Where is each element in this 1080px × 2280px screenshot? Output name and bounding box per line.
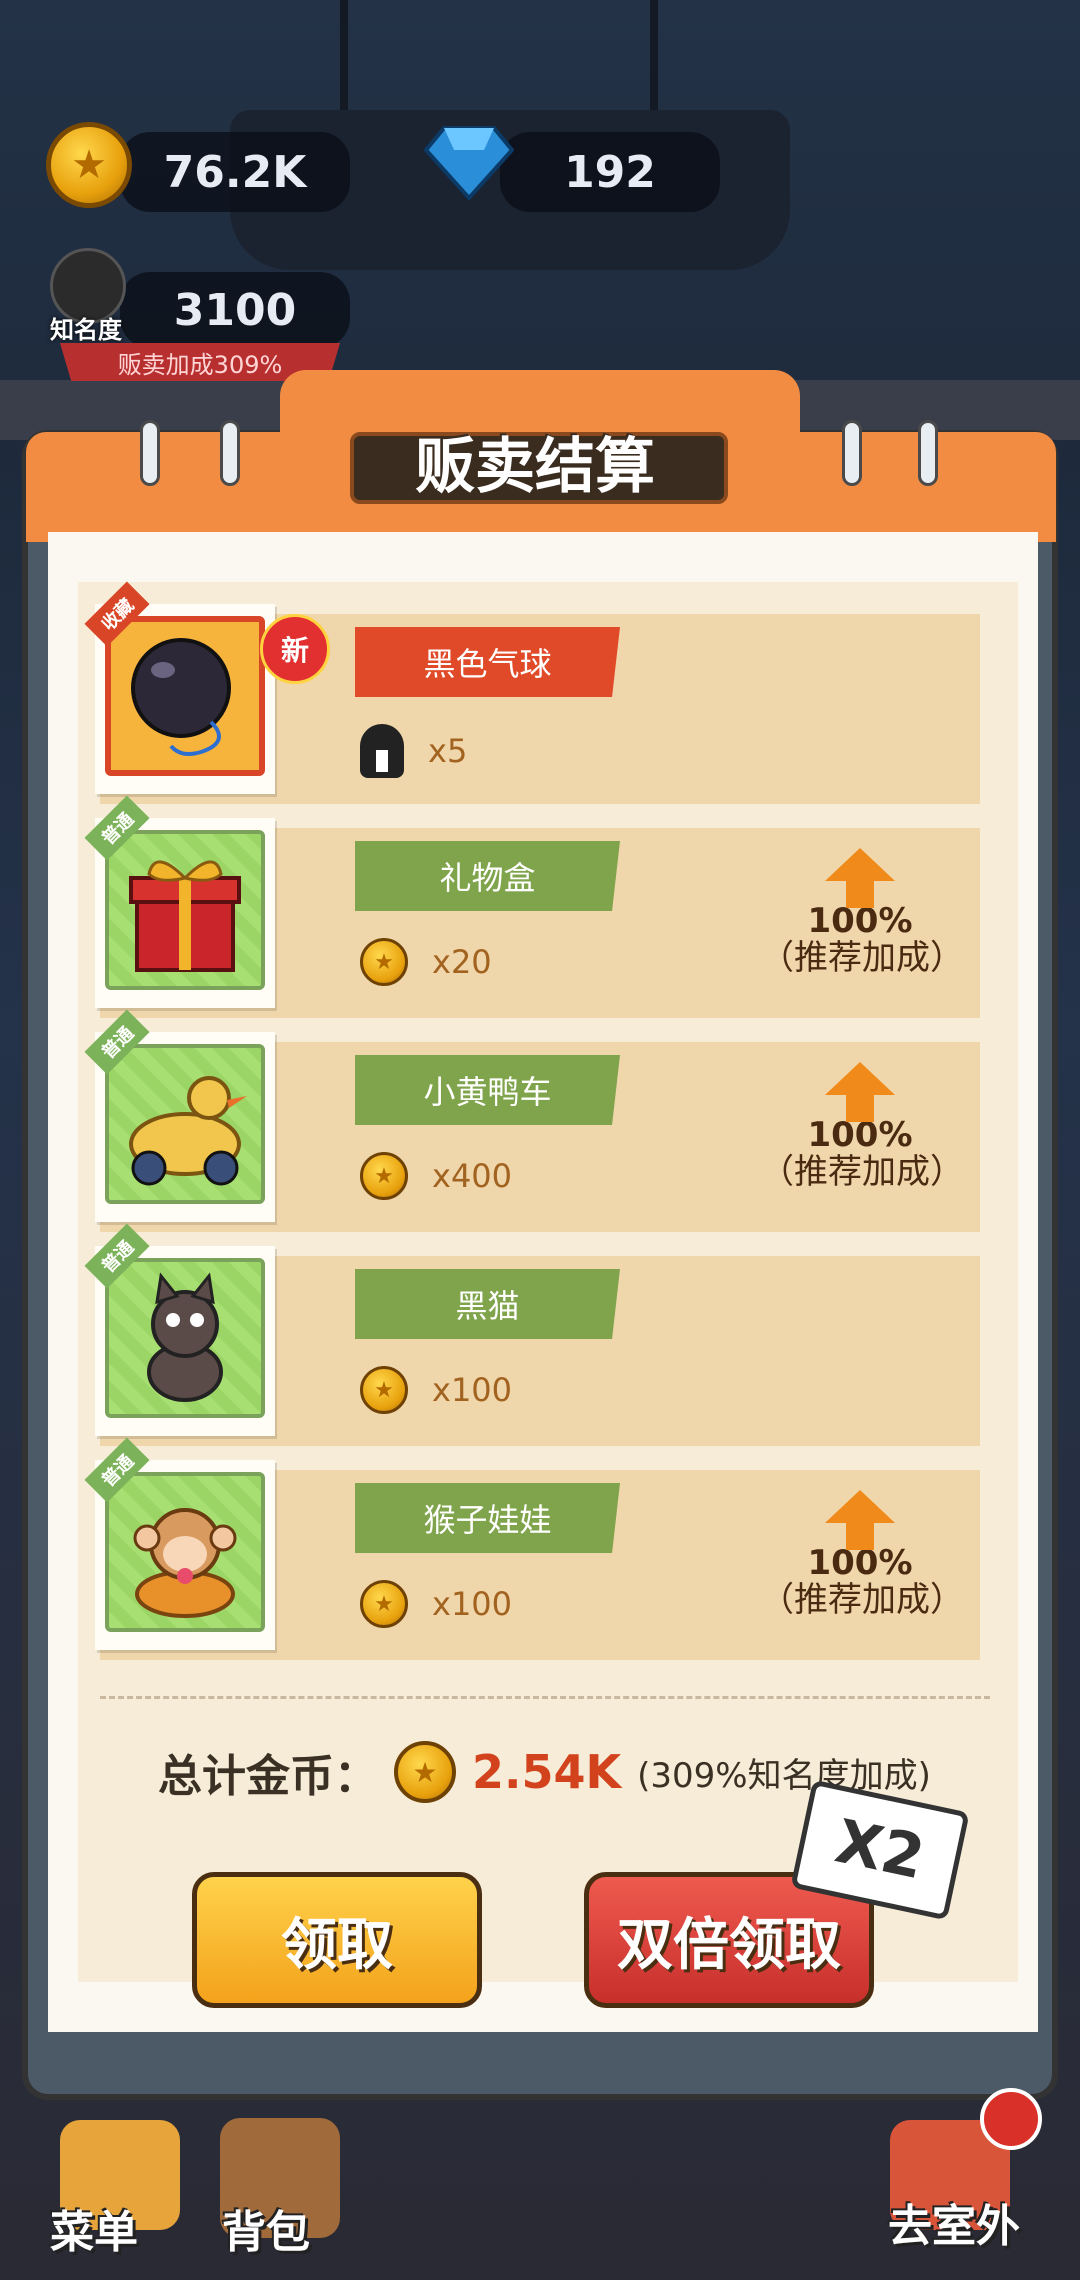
item-card: 普通: [84, 1009, 275, 1222]
item-image-frame: [105, 1472, 265, 1632]
total-bonus-note: (309%知名度加成): [637, 1755, 931, 1796]
black-cat-icon: [147, 1272, 223, 1402]
item-name: 黑色气球: [355, 627, 620, 697]
bonus-percent: 100%: [807, 1115, 913, 1155]
bonus-percent: 100%: [807, 1543, 913, 1583]
item-image-frame: [105, 1044, 265, 1204]
item-image-frame: [105, 830, 265, 990]
binder-ring: [140, 420, 160, 486]
recommend-bonus: 100% （推荐加成）: [760, 848, 964, 978]
coin-icon: ★: [360, 938, 408, 986]
sale-item-row: 普通 礼物盒 ★ x20 100% （推荐加成）: [84, 795, 980, 1018]
gem-counter-value: 192: [564, 146, 656, 198]
bonus-label: （推荐加成）: [760, 1580, 964, 1620]
item-reward: x5: [360, 724, 467, 778]
lamp-wire: [650, 0, 658, 120]
coin-icon: ★: [46, 122, 132, 208]
up-arrow-icon: [825, 1490, 895, 1550]
bonus-label: （推荐加成）: [760, 1152, 964, 1192]
claim-button[interactable]: 领取: [192, 1872, 482, 2008]
item-image-frame: [105, 616, 265, 776]
item-reward: ★ x20: [360, 938, 492, 986]
black-balloon-icon: [131, 638, 231, 756]
binder-ring: [842, 420, 862, 486]
alert-badge-icon: [980, 2088, 1042, 2150]
item-name: 猴子娃娃: [355, 1483, 620, 1553]
up-arrow-icon: [825, 1062, 895, 1122]
nav-menu[interactable]: 菜单: [50, 2196, 138, 2260]
coin-counter: 76.2K: [120, 132, 350, 212]
item-reward: ★ x100: [360, 1580, 512, 1628]
gift-box-icon: [129, 860, 241, 972]
recommend-bonus: 100% （推荐加成）: [760, 1062, 964, 1192]
sale-item-row: 普通 黑猫 ★ x100: [84, 1223, 980, 1446]
lamp-wire: [340, 0, 348, 120]
item-amount: x100: [432, 1585, 513, 1623]
coin-counter-value: 76.2K: [163, 146, 307, 198]
duck-cart-icon: [129, 1076, 247, 1186]
recommend-bonus: 100% （推荐加成）: [760, 1490, 964, 1620]
coin-icon: ★: [360, 1366, 408, 1414]
fame-person-icon: [360, 724, 404, 778]
item-reward: ★ x400: [360, 1152, 512, 1200]
item-card: 普通: [84, 1223, 275, 1436]
item-card: 普通: [84, 795, 275, 1008]
sale-item-row: 收藏 新 黑色气球 x5: [84, 581, 980, 804]
new-badge: 新: [260, 614, 330, 684]
fame-label: 知名度: [50, 316, 122, 344]
item-card: 普通: [84, 1437, 275, 1650]
item-amount: x100: [432, 1371, 513, 1409]
item-card: 收藏: [84, 581, 275, 794]
up-arrow-icon: [825, 848, 895, 908]
item-amount: x5: [428, 732, 468, 770]
coin-icon: ★: [360, 1580, 408, 1628]
total-value: 2.54K: [472, 1745, 622, 1799]
sale-item-row: 普通 猴子娃娃 ★ x100 100% （推荐加成）: [84, 1437, 980, 1660]
coin-icon: ★: [394, 1741, 456, 1803]
gem-counter: 192: [500, 132, 720, 212]
item-name: 黑猫: [355, 1269, 620, 1339]
bonus-percent: 100%: [807, 901, 913, 941]
monkey-doll-icon: [133, 1508, 237, 1618]
item-image-frame: [105, 1258, 265, 1418]
item-name: 礼物盒: [355, 841, 620, 911]
divider: [100, 1696, 990, 1699]
binder-ring: [918, 420, 938, 486]
fame-counter: 3100: [120, 272, 350, 348]
total-label: 总计金币：: [158, 1751, 378, 1802]
fame-counter-value: 3100: [173, 284, 297, 336]
binder-ring: [220, 420, 240, 486]
item-amount: x20: [432, 943, 492, 981]
item-name: 小黄鸭车: [355, 1055, 620, 1125]
coin-icon: ★: [360, 1152, 408, 1200]
diamond-icon: [424, 126, 514, 200]
sale-item-row: 普通 小黄鸭车 ★ x400 100% （推荐加成）: [84, 1009, 980, 1232]
item-reward: ★ x100: [360, 1366, 512, 1414]
nav-outdoor[interactable]: 去室外: [888, 2190, 1020, 2254]
item-amount: x400: [432, 1157, 513, 1195]
bonus-label: （推荐加成）: [760, 938, 964, 978]
dialog-title: 贩卖结算: [415, 432, 655, 502]
nav-bag[interactable]: 背包: [222, 2196, 310, 2260]
